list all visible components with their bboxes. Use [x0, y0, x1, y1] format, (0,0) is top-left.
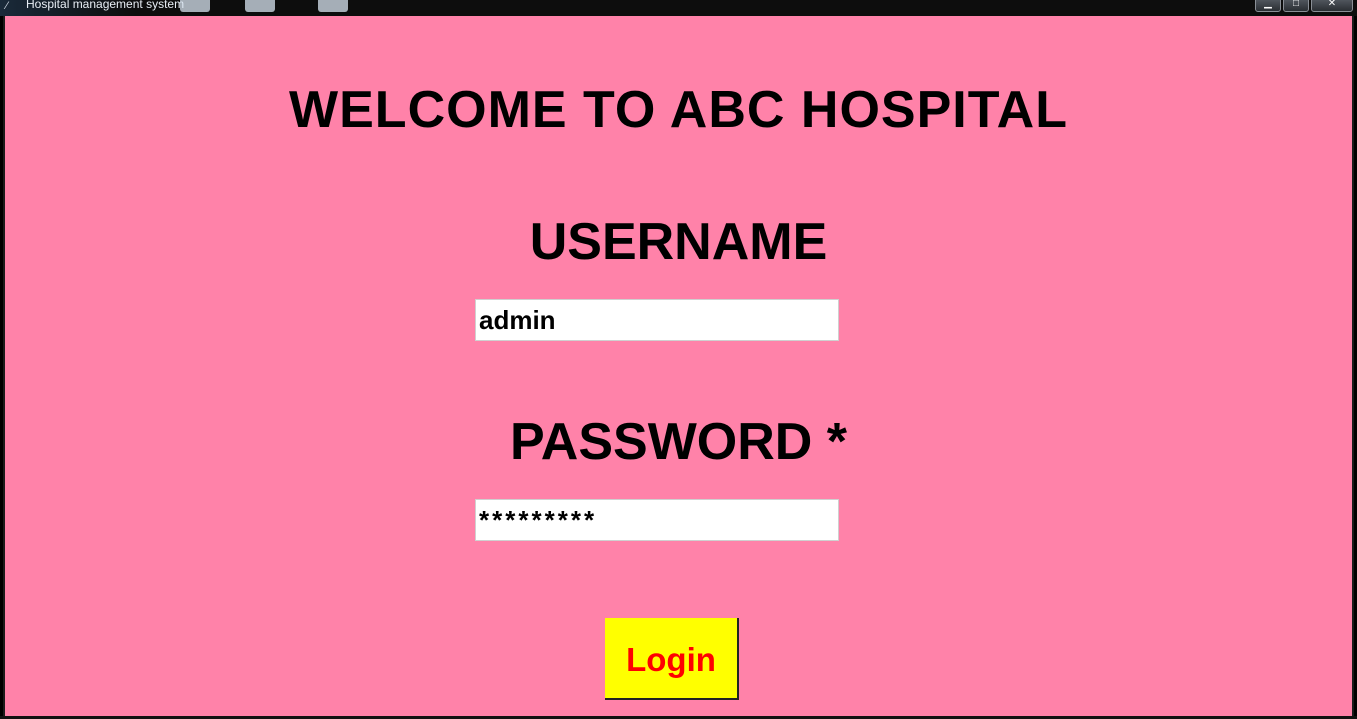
welcome-heading: WELCOME TO ABC HOSPITAL [289, 81, 1068, 139]
password-label: PASSWORD * [509, 413, 848, 471]
window-titlebar: ⁄ Hospital management system ▁ □ ✕ [0, 0, 1357, 16]
password-field[interactable] [475, 499, 839, 541]
taskbar-thumbnail-icon [245, 0, 275, 12]
maximize-button[interactable]: □ [1283, 0, 1309, 12]
taskbar-thumbnail-icon [318, 0, 348, 12]
close-button[interactable]: ✕ [1311, 0, 1353, 12]
taskbar-thumbnail-icon [180, 0, 210, 12]
minimize-button[interactable]: ▁ [1255, 0, 1281, 12]
username-field[interactable] [475, 299, 839, 341]
login-button[interactable]: Login [605, 618, 739, 700]
login-window: WELCOME TO ABC HOSPITAL USERNAME PASSWOR… [3, 16, 1354, 716]
window-controls: ▁ □ ✕ [1255, 0, 1353, 12]
app-feather-icon: ⁄ [6, 0, 8, 12]
username-label: USERNAME [529, 213, 828, 271]
window-title: Hospital management system [26, 0, 185, 11]
